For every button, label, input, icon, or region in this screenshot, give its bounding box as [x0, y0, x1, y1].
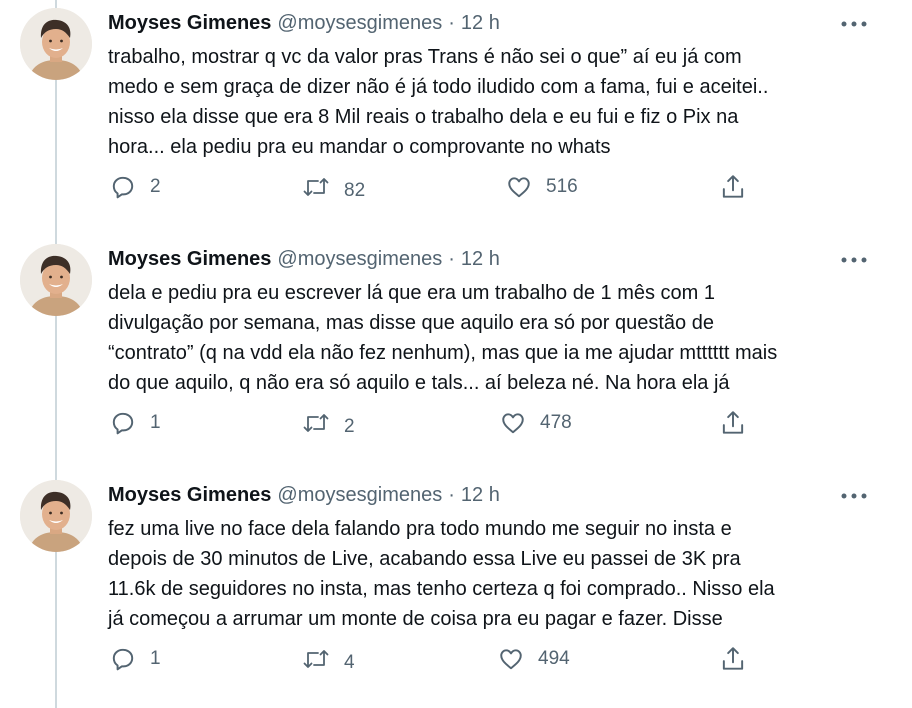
tweet-text-line: dela e pediu pra eu escrever lá que era … [108, 282, 716, 304]
tweet-text-line: medo e sem graça de dizer não é já todo … [108, 76, 769, 98]
tweet-header: Moyses Gimenes @moysesgimenes · 12 h [108, 10, 500, 36]
tweet-text-line: “contrato” (q na vdd ela não fez nenhum)… [108, 342, 778, 364]
tweet-actions: 1 2 478 [0, 408, 912, 438]
retweet-button[interactable]: 2 [302, 408, 355, 438]
heart-icon [506, 174, 532, 200]
like-button[interactable]: 478 [500, 408, 572, 438]
tweet-text-line: trabalho, mostrar q vc da valor pras Tra… [108, 46, 742, 68]
tweet-actions: 2 82 516 [0, 172, 912, 202]
avatar[interactable] [20, 480, 92, 552]
more-horizontal-icon [838, 248, 870, 272]
author-name[interactable]: Moyses Gimenes [108, 12, 271, 34]
timestamp[interactable]: 12 h [461, 12, 500, 34]
reply-count: 1 [150, 648, 161, 669]
reply-button[interactable]: 2 [110, 172, 161, 202]
retweet-count: 4 [344, 652, 355, 673]
more-options-button[interactable] [838, 248, 870, 272]
avatar[interactable] [20, 8, 92, 80]
reply-icon [110, 174, 136, 200]
reply-icon [110, 646, 136, 672]
more-horizontal-icon [838, 484, 870, 508]
heart-icon [498, 646, 524, 672]
tweet-text-line: depois de 30 minutos de Live, acabando e… [108, 548, 741, 570]
tweet-text-line: divulgação por semana, mas disse que aqu… [108, 312, 714, 334]
author-handle[interactable]: @moysesgimenes [277, 12, 442, 34]
share-icon [720, 409, 746, 437]
author-name[interactable]: Moyses Gimenes [108, 248, 271, 270]
author-handle[interactable]: @moysesgimenes [277, 248, 442, 270]
like-count: 494 [538, 648, 570, 669]
retweet-icon [302, 646, 330, 672]
tweet-header: Moyses Gimenes @moysesgimenes · 12 h [108, 482, 500, 508]
like-count: 478 [540, 412, 572, 433]
tweet[interactable]: Moyses Gimenes @moysesgimenes · 12 h dela e… [0, 236, 912, 472]
tweet-text: fez uma live no face dela falando pra to… [108, 514, 888, 634]
tweet[interactable]: Moyses Gimenes @moysesgimenes · 12 h fez um… [0, 472, 912, 708]
like-count: 516 [546, 176, 578, 197]
reply-count: 2 [150, 176, 161, 197]
share-icon [720, 173, 746, 201]
author-name[interactable]: Moyses Gimenes [108, 484, 271, 506]
reply-icon [110, 410, 136, 436]
share-icon [720, 645, 746, 673]
retweet-count: 82 [344, 180, 366, 201]
more-options-button[interactable] [838, 12, 870, 36]
tweet-text-line: nisso ela disse que era 8 Mil reais o tr… [108, 106, 739, 128]
tweet-text-line: hora... ela pediu pra eu mandar o compro… [108, 136, 611, 158]
share-button[interactable] [720, 644, 746, 674]
reply-button[interactable]: 1 [110, 408, 161, 438]
tweet-text: trabalho, mostrar q vc da valor pras Tra… [108, 42, 888, 162]
retweet-button[interactable]: 4 [302, 644, 355, 674]
tweet-text: dela e pediu pra eu escrever lá que era … [108, 278, 888, 398]
separator-dot: · [448, 248, 455, 270]
tweet-text-line: fez uma live no face dela falando pra to… [108, 518, 732, 540]
timestamp[interactable]: 12 h [461, 484, 500, 506]
tweet-text-line: 11.6k de seguidores no insta, mas tenho … [108, 578, 775, 600]
author-handle[interactable]: @moysesgimenes [277, 484, 442, 506]
tweet-text-line: já começou a arrumar um monte de coisa p… [108, 608, 723, 630]
reply-count: 1 [150, 412, 161, 433]
more-options-button[interactable] [838, 484, 870, 508]
retweet-icon [302, 174, 330, 200]
retweet-count: 2 [344, 416, 355, 437]
timestamp[interactable]: 12 h [461, 248, 500, 270]
separator-dot: · [448, 12, 455, 34]
retweet-button[interactable]: 82 [302, 172, 365, 202]
more-horizontal-icon [838, 12, 870, 36]
avatar[interactable] [20, 244, 92, 316]
heart-icon [500, 410, 526, 436]
like-button[interactable]: 494 [498, 644, 570, 674]
retweet-icon [302, 410, 330, 436]
tweet-header: Moyses Gimenes @moysesgimenes · 12 h [108, 246, 500, 272]
tweet-actions: 1 4 494 [0, 644, 912, 674]
tweet-text-line: do que aquilo, q não era só aquilo e tal… [108, 372, 730, 394]
separator-dot: · [448, 484, 455, 506]
reply-button[interactable]: 1 [110, 644, 161, 674]
share-button[interactable] [720, 172, 746, 202]
like-button[interactable]: 516 [506, 172, 578, 202]
tweet[interactable]: Moyses Gimenes @moysesgimenes · 12 h trabal… [0, 0, 912, 236]
share-button[interactable] [720, 408, 746, 438]
